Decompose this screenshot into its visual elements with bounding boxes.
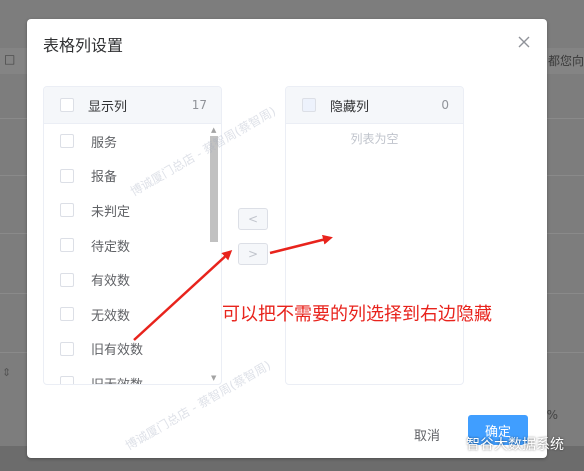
- visible-columns-count: 17: [191, 98, 207, 112]
- item-checkbox[interactable]: [60, 238, 74, 253]
- list-item[interactable]: 服务: [44, 124, 221, 159]
- item-label: 报备: [91, 170, 118, 186]
- item-checkbox[interactable]: [60, 376, 74, 384]
- scroll-down-icon[interactable]: ▼: [211, 375, 217, 382]
- visible-columns-list: 服务 报备 未判定 待定数 有效数 无效数 旧有效数 旧无效数 ▲ ▼: [44, 124, 221, 384]
- item-label: 待定数: [91, 239, 131, 255]
- move-left-button[interactable]: <: [238, 208, 268, 230]
- select-all-checkbox[interactable]: [60, 98, 74, 112]
- background-header-text: 都您向: [547, 54, 584, 68]
- wechat-badge-text: 智谷大数据系统: [466, 437, 564, 453]
- item-label: 无效数: [91, 308, 131, 324]
- list-item[interactable]: 报备: [44, 159, 221, 194]
- item-checkbox[interactable]: [60, 203, 74, 218]
- select-all-checkbox[interactable]: [302, 98, 316, 112]
- move-right-button[interactable]: >: [238, 243, 268, 265]
- item-checkbox[interactable]: [60, 168, 74, 183]
- hidden-columns-header: 隐藏列 0: [286, 87, 463, 124]
- item-label: 未判定: [91, 204, 131, 220]
- scroll-up-icon[interactable]: ▲: [211, 127, 217, 134]
- item-label: 服务: [91, 135, 118, 151]
- hidden-columns-count: 0: [441, 98, 449, 112]
- visible-columns-panel: 显示列 17 服务 报备 未判定 待定数 有效数 无效数 旧有效数 旧无效数 ▲…: [43, 86, 222, 385]
- list-item[interactable]: 无效数: [44, 297, 221, 332]
- item-label: 旧有效数: [91, 343, 144, 359]
- visible-columns-header: 显示列 17: [44, 87, 221, 124]
- sort-icon: ⇕: [2, 366, 12, 379]
- column-settings-dialog: 表格列设置 显示列 17 服务 报备 未判定 待定数 有效数 无效数 旧有效数 …: [27, 19, 547, 458]
- item-checkbox[interactable]: [60, 134, 74, 149]
- item-label: 有效数: [91, 274, 131, 290]
- wechat-icon: [444, 436, 462, 451]
- item-checkbox[interactable]: [60, 307, 74, 322]
- close-icon[interactable]: [517, 35, 531, 49]
- visible-columns-title: 显示列: [88, 99, 128, 115]
- annotation-text: 可以把不需要的列选择到右边隐藏: [222, 304, 492, 325]
- list-item[interactable]: 旧无效数: [44, 366, 221, 384]
- scrollbar[interactable]: [210, 136, 218, 242]
- list-item[interactable]: 未判定: [44, 193, 221, 228]
- hidden-columns-panel: 隐藏列 0 列表为空: [285, 86, 464, 385]
- item-checkbox[interactable]: [60, 341, 74, 356]
- list-item[interactable]: 有效数: [44, 262, 221, 297]
- dialog-title: 表格列设置: [43, 36, 124, 55]
- empty-list-text: 列表为空: [350, 132, 399, 146]
- background-percent-text: %: [546, 408, 558, 422]
- calendar-icon: □: [4, 52, 16, 66]
- list-item[interactable]: 旧有效数: [44, 332, 221, 367]
- list-item[interactable]: 待定数: [44, 228, 221, 263]
- hidden-columns-title: 隐藏列: [330, 99, 370, 115]
- wechat-badge: 智谷大数据系统: [444, 434, 564, 454]
- item-label: 旧无效数: [91, 374, 143, 384]
- item-checkbox[interactable]: [60, 272, 74, 287]
